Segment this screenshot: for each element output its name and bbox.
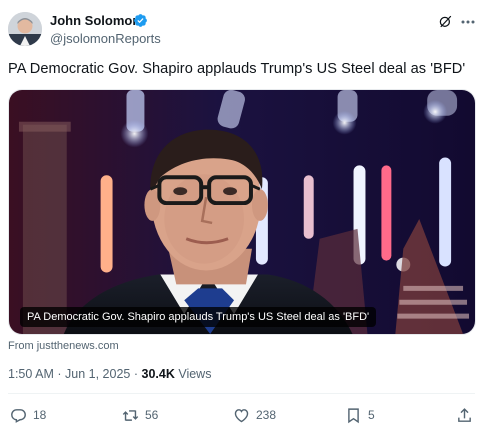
reply-icon xyxy=(11,408,26,423)
media-card[interactable]: PA Democratic Gov. Shapiro applauds Trum… xyxy=(8,89,476,335)
share-button[interactable] xyxy=(456,404,473,426)
timestamp-row: 1:50 AM · Jun 1, 2025 · 30.4K Views xyxy=(8,367,211,381)
like-count: 238 xyxy=(256,408,277,422)
more-icon[interactable] xyxy=(461,20,475,24)
post-time[interactable]: 1:50 AM xyxy=(8,367,54,381)
link-source[interactable]: From justthenews.com xyxy=(8,340,119,352)
bookmark-icon xyxy=(348,407,359,423)
reply-count: 18 xyxy=(33,408,47,422)
author-name[interactable]: John Solomon xyxy=(50,13,140,28)
share-icon xyxy=(458,407,471,422)
verified-badge-icon xyxy=(134,14,147,27)
like-button[interactable]: 238 xyxy=(233,404,276,426)
tweet-text: PA Democratic Gov. Shapiro applauds Trum… xyxy=(8,61,466,77)
views-count: 30.4K xyxy=(141,367,175,381)
views-label: Views xyxy=(178,367,212,381)
repost-count: 56 xyxy=(145,408,159,422)
separator: · xyxy=(133,367,139,381)
bookmark-button[interactable]: 5 xyxy=(345,404,375,426)
heart-icon xyxy=(234,408,249,422)
post-date[interactable]: Jun 1, 2025 xyxy=(65,367,130,381)
reply-button[interactable]: 18 xyxy=(10,404,46,426)
media-caption: PA Democratic Gov. Shapiro applauds Trum… xyxy=(20,307,377,327)
separator: · xyxy=(57,367,62,381)
divider xyxy=(8,393,475,394)
repost-icon xyxy=(122,409,139,421)
avatar[interactable] xyxy=(8,12,42,46)
action-bar: 18 56 238 5 xyxy=(0,404,483,426)
grok-icon[interactable] xyxy=(438,14,453,29)
media-photo xyxy=(9,90,475,334)
author-handle[interactable]: @jsolomonReports xyxy=(50,31,161,46)
bookmark-count: 5 xyxy=(368,408,375,422)
repost-button[interactable]: 56 xyxy=(122,404,158,426)
